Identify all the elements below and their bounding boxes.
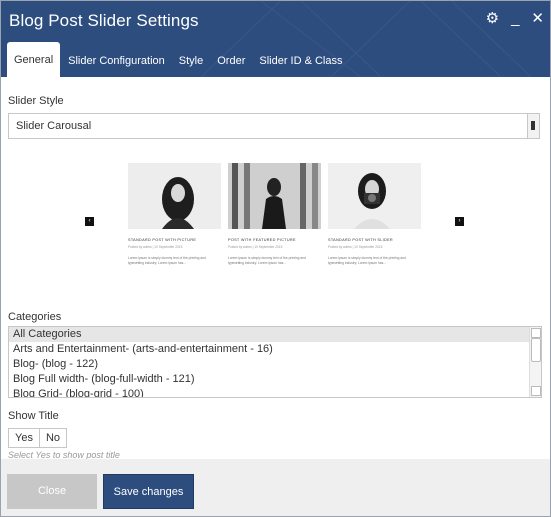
post-meta: Posted by admin | 10 September 2015 <box>228 245 283 249</box>
show-title-yes-button[interactable]: Yes <box>8 428 40 448</box>
tab-general[interactable]: General <box>7 42 61 77</box>
save-changes-button[interactable]: Save changes <box>103 474 194 509</box>
close-icon[interactable]: ✕ <box>531 11 544 27</box>
post-excerpt: Lorem ipsum is simply dummy text of the … <box>228 256 306 265</box>
dialog-footer: Close Save changes <box>1 459 550 516</box>
post-title: Standard Post With Picture <box>128 238 197 242</box>
scroll-up-icon[interactable] <box>531 328 541 338</box>
categories-listbox[interactable]: All Categories Arts and Entertainment- (… <box>8 326 542 398</box>
preview-next-button[interactable]: › <box>455 217 464 226</box>
preview-prev-button[interactable]: ‹ <box>85 217 94 226</box>
tab-style[interactable]: Style <box>173 44 209 77</box>
preview-card: Standard Post With Slider Posted by admi… <box>328 163 421 266</box>
post-title: Standard Post With Slider <box>328 238 393 242</box>
tab-slider-configuration[interactable]: Slider Configuration <box>62 44 171 77</box>
slider-style-value: Slider Carousal <box>16 120 92 132</box>
list-item[interactable]: Arts and Entertainment- (arts-and-entert… <box>9 342 541 357</box>
gear-icon[interactable]: ⚙ <box>486 11 499 27</box>
slider-style-label: Slider Style <box>8 95 64 107</box>
window-controls: ⚙ _ ✕ <box>486 11 544 27</box>
list-item[interactable]: Blog Grid- (blog-grid - 100) <box>9 387 541 397</box>
post-meta: Posted by admin | 10 September 2015 <box>328 245 383 249</box>
list-item[interactable]: Blog Full width- (blog-full-width - 121) <box>9 372 541 387</box>
settings-dialog: Blog Post Slider Settings ⚙ _ ✕ General … <box>0 0 551 517</box>
post-excerpt: Lorem ipsum is simply dummy text of the … <box>328 256 406 265</box>
scroll-down-icon[interactable] <box>531 386 541 396</box>
post-title: Post With Featured Picture <box>228 238 296 242</box>
scroll-thumb[interactable] <box>531 338 541 362</box>
listbox-scrollbar[interactable] <box>529 327 541 397</box>
show-title-label: Show Title <box>8 410 59 422</box>
preview-card: Post With Featured Picture Posted by adm… <box>228 163 321 266</box>
minimize-icon[interactable]: _ <box>511 11 519 27</box>
post-excerpt: Lorem ipsum is simply dummy text of the … <box>128 256 206 265</box>
tab-bar: General Slider Configuration Style Order… <box>7 42 351 77</box>
tab-slider-id-class[interactable]: Slider ID & Class <box>253 44 348 77</box>
post-thumbnail-image <box>228 163 321 229</box>
dropdown-arrow-icon[interactable] <box>527 114 539 138</box>
list-item[interactable]: Blog- (blog - 122) <box>9 357 541 372</box>
tab-order[interactable]: Order <box>211 44 251 77</box>
show-title-toggle: Yes No <box>8 428 68 448</box>
post-meta: Posted by admin | 10 September 2015 <box>128 245 183 249</box>
categories-label: Categories <box>8 311 62 323</box>
show-title-no-button[interactable]: No <box>39 428 68 448</box>
post-thumbnail-image <box>328 163 421 229</box>
list-item[interactable]: All Categories <box>9 327 529 342</box>
post-thumbnail-image <box>128 163 221 229</box>
dialog-title: Blog Post Slider Settings <box>9 11 199 30</box>
slider-style-select[interactable]: Slider Carousal <box>8 113 540 139</box>
slider-preview: ‹ Standard Post With Picture Posted by a… <box>85 163 465 278</box>
dialog-header: Blog Post Slider Settings ⚙ _ ✕ General … <box>1 1 550 77</box>
close-button[interactable]: Close <box>7 474 97 509</box>
preview-card: Standard Post With Picture Posted by adm… <box>128 163 221 266</box>
